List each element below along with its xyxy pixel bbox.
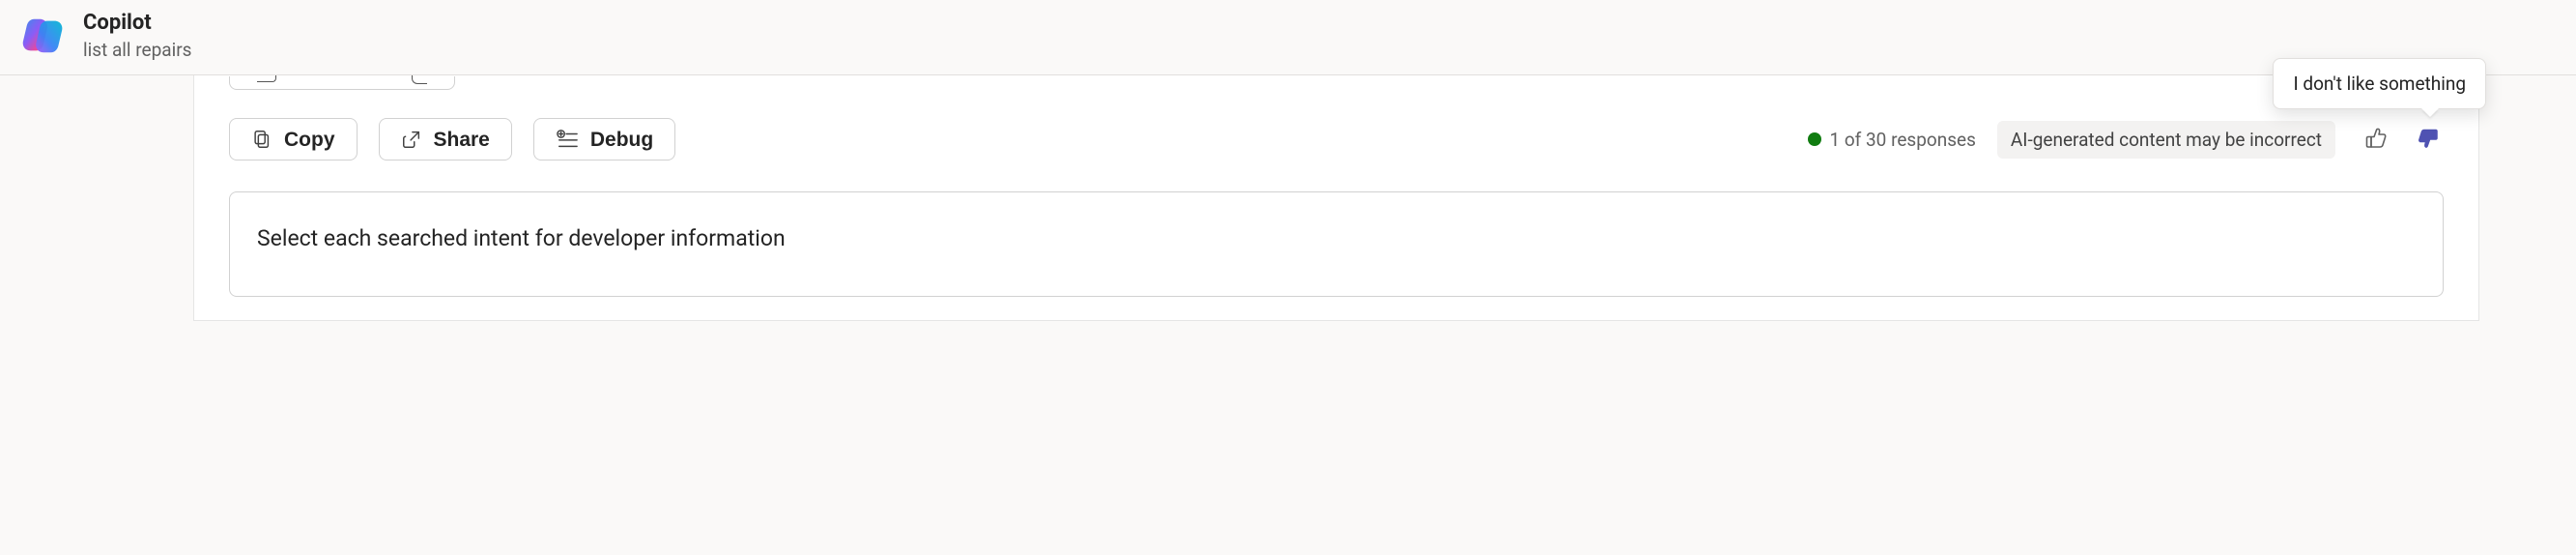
intent-prompt-text: Select each searched intent for develope… (257, 225, 2416, 251)
intent-card: Select each searched intent for develope… (229, 191, 2444, 297)
status-dot-icon (1808, 132, 1821, 146)
share-button-label: Share (434, 130, 490, 150)
header-bar: Copilot list all repairs (0, 0, 2576, 75)
copy-icon (251, 129, 272, 150)
thumbs-up-button[interactable] (2361, 123, 2391, 157)
share-button[interactable]: Share (379, 118, 512, 161)
feedback-controls: I don't like something (2361, 123, 2444, 157)
thumbs-down-button[interactable] (2413, 123, 2444, 157)
app-title: Copilot (83, 10, 191, 37)
header-text-block: Copilot list all repairs (83, 10, 191, 61)
thumbs-up-icon (2364, 127, 2388, 153)
truncated-preview-row (194, 75, 2478, 93)
response-toolbar: Copy Share (194, 93, 2478, 161)
response-panel: Copy Share (193, 75, 2479, 321)
share-icon (401, 129, 422, 150)
debug-button[interactable]: Debug (533, 118, 675, 161)
main-area: Copy Share (0, 75, 2576, 321)
copy-button-label: Copy (284, 130, 335, 150)
debug-icon (556, 129, 579, 150)
ai-disclaimer-badge: AI-generated content may be incorrect (1997, 121, 2335, 159)
truncated-preview-box (229, 76, 455, 90)
header-subtitle: list all repairs (83, 39, 191, 62)
dislike-tooltip-text: I don't like something (2293, 73, 2466, 95)
copilot-logo-icon (21, 14, 66, 58)
thumbs-down-icon (2417, 127, 2440, 153)
dislike-tooltip: I don't like something (2273, 58, 2486, 109)
response-count-text: 1 of 30 responses (1829, 129, 1975, 151)
copy-button[interactable]: Copy (229, 118, 358, 161)
response-count: 1 of 30 responses (1808, 129, 1975, 151)
debug-button-label: Debug (590, 130, 653, 150)
